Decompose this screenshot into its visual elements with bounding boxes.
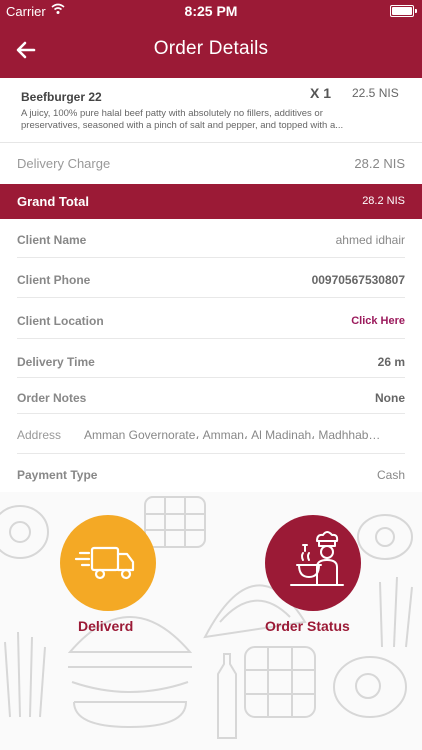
- divider: [17, 413, 405, 414]
- egg-doodle-icon: [0, 505, 49, 559]
- waffle-doodle-icon: [244, 646, 316, 718]
- item-description-line1: A juicy, 100% pure halal beef patty with…: [21, 108, 323, 119]
- status-bar: Carrier 8:25 PM: [0, 0, 422, 22]
- item-description-line2: preservatives, seasoned with a pinch of …: [21, 120, 344, 131]
- delivery-charge-value: 28.2 NIS: [354, 156, 405, 171]
- app-header: Carrier 8:25 PM Order Details: [0, 0, 422, 78]
- payment-type-label: Payment Type: [17, 468, 98, 482]
- chef-cooking-icon: [290, 531, 344, 586]
- bottle-doodle-icon: [217, 653, 237, 739]
- item-quantity: X 1: [310, 85, 332, 101]
- payment-type-value: Cash: [376, 468, 405, 482]
- item-description: A juicy, 100% pure halal beef patty with…: [21, 108, 405, 132]
- divider: [17, 453, 405, 454]
- order-status-button[interactable]: [265, 515, 361, 611]
- burger-doodle-icon: [67, 616, 193, 729]
- delivery-charge-label: Delivery Charge: [17, 156, 111, 171]
- order-status-button-label[interactable]: Order Status: [265, 618, 350, 634]
- order-item: Beefburger 22 X 1 22.5 NIS A juicy, 100%…: [0, 78, 422, 143]
- delivered-button-label[interactable]: Deliverd: [78, 618, 133, 634]
- address-value: Amman Governorate، Amman، Al Madinah، Ma…: [84, 428, 381, 442]
- fries-doodle-icon: [379, 576, 413, 648]
- delivered-button[interactable]: [60, 515, 156, 611]
- order-notes-value: None: [375, 391, 405, 405]
- client-name-value: ahmed idhair: [335, 233, 405, 247]
- divider: [17, 377, 405, 378]
- item-name: Beefburger 22: [21, 90, 102, 104]
- client-name-label: Client Name: [17, 233, 87, 247]
- client-phone-value: 00970567530807: [311, 273, 405, 287]
- item-price: 22.5 NIS: [352, 86, 399, 100]
- page-title: Order Details: [153, 38, 269, 59]
- fries-doodle-icon: [4, 631, 46, 718]
- delivery-time-value: 26 m: [377, 355, 405, 369]
- egg-doodle-icon: [357, 514, 413, 560]
- grand-total-label: Grand Total: [17, 194, 89, 209]
- divider: [17, 297, 405, 298]
- delivery-time-label: Delivery Time: [17, 355, 95, 369]
- grand-total-value: 28.2 NIS: [362, 195, 405, 207]
- order-notes-label: Order Notes: [17, 391, 87, 405]
- status-time: 8:25 PM: [184, 3, 238, 19]
- delivery-truck-icon: [74, 546, 135, 580]
- egg-doodle-icon: [333, 656, 407, 718]
- divider: [17, 338, 405, 339]
- divider: [17, 257, 405, 258]
- battery-icon: [390, 5, 417, 17]
- client-location-label: Client Location: [17, 314, 104, 328]
- address-label: Address: [17, 428, 62, 442]
- client-location-link[interactable]: Click Here: [351, 315, 405, 327]
- client-phone-label: Client Phone: [17, 273, 91, 287]
- grand-total-bar: Grand Total 28.2 NIS: [0, 184, 422, 219]
